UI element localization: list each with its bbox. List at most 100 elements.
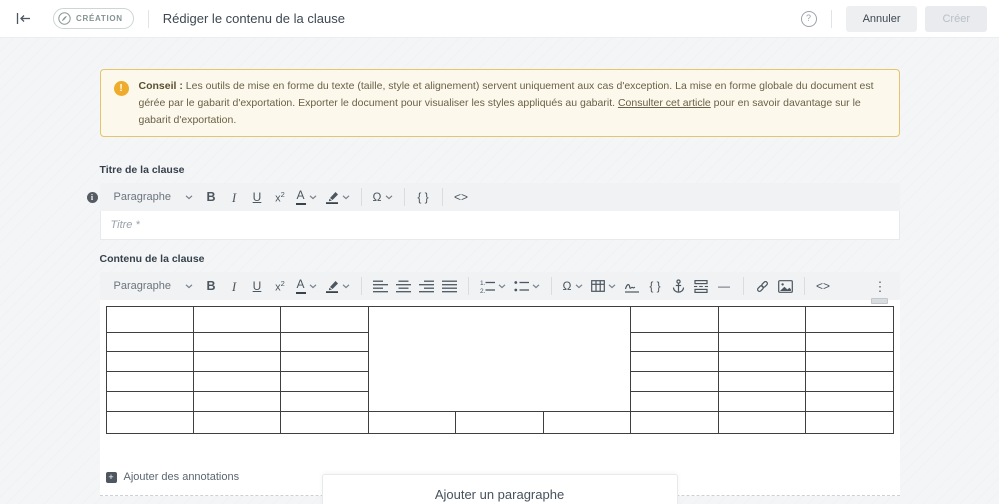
bullet-list-icon <box>514 280 529 293</box>
signature-button[interactable] <box>621 274 643 298</box>
superscript-button[interactable]: x2 <box>270 274 291 298</box>
italic-icon: I <box>232 280 236 293</box>
underline-button[interactable]: U <box>247 185 268 209</box>
editor-table-cell[interactable] <box>281 333 368 352</box>
editor-table-cell[interactable] <box>368 412 455 434</box>
editor-table-merged-cell[interactable] <box>368 307 630 412</box>
align-justify-button[interactable] <box>439 274 460 298</box>
insert-table-button[interactable] <box>588 274 619 298</box>
chevron-down-icon <box>309 284 317 289</box>
page-break-button[interactable] <box>691 274 712 298</box>
horizontal-rule-icon: — <box>718 280 730 292</box>
editor-table-cell[interactable] <box>631 352 718 372</box>
paragraph-style-select[interactable]: Paragraphe <box>108 274 200 298</box>
editor-table-cell[interactable] <box>718 307 805 333</box>
editor-table-cell[interactable] <box>718 333 805 352</box>
clause-title-input[interactable] <box>100 211 900 240</box>
add-paragraph-button[interactable]: Ajouter un paragraphe <box>322 474 678 504</box>
editor-table-cell[interactable] <box>456 412 543 434</box>
editor-table-cell[interactable] <box>631 412 718 434</box>
editor-table-cell[interactable] <box>718 352 805 372</box>
editor-table-cell[interactable] <box>106 307 193 333</box>
editor-table-cell[interactable] <box>106 412 193 434</box>
editor-table-cell[interactable] <box>106 372 193 392</box>
text-color-button[interactable]: A <box>293 274 320 298</box>
editor-table-cell[interactable] <box>631 307 718 333</box>
variables-button[interactable]: { } <box>413 185 434 209</box>
text-color-button[interactable]: A <box>293 185 320 209</box>
special-char-icon: Ω <box>563 280 572 292</box>
ordered-list-button[interactable]: 1.2. <box>477 274 509 298</box>
link-button[interactable] <box>752 274 773 298</box>
align-left-button[interactable] <box>370 274 391 298</box>
cancel-button[interactable]: Annuler <box>846 6 918 32</box>
add-paragraph-label: Ajouter un paragraphe <box>435 487 564 504</box>
editor-table-cell[interactable] <box>631 392 718 412</box>
table-resize-handle[interactable] <box>871 298 888 304</box>
editor-table-cell[interactable] <box>806 333 894 352</box>
editor-table-cell[interactable] <box>543 412 630 434</box>
source-code-button[interactable]: <> <box>813 274 834 298</box>
banner-text: Conseil : Les outils de mise en forme du… <box>139 78 886 128</box>
highlight-color-button[interactable] <box>322 274 353 298</box>
editor-table-cell[interactable] <box>281 392 368 412</box>
editor-table-cell[interactable] <box>718 412 805 434</box>
bold-button[interactable]: B <box>201 185 222 209</box>
editor-table-cell[interactable] <box>631 372 718 392</box>
quill-icon <box>58 12 71 25</box>
page: CRÉATION Rédiger le contenu de la clause… <box>0 0 999 504</box>
collapse-panel-button[interactable] <box>12 8 35 29</box>
editor-table-cell[interactable] <box>806 307 894 333</box>
collapse-left-icon <box>16 12 31 25</box>
editor-table-cell[interactable] <box>806 392 894 412</box>
highlight-icon <box>325 190 339 204</box>
warning-icon: ! <box>114 81 129 96</box>
more-options-button[interactable]: ⋮ <box>870 274 891 298</box>
editor-table-cell[interactable] <box>193 392 280 412</box>
editor-table-cell[interactable] <box>281 307 368 333</box>
superscript-button[interactable]: x2 <box>270 185 291 209</box>
editor-table-cell[interactable] <box>106 392 193 412</box>
horizontal-rule-button[interactable]: — <box>714 274 735 298</box>
anchor-button[interactable] <box>668 274 689 298</box>
create-button[interactable]: Créer <box>925 6 987 32</box>
special-characters-button[interactable]: Ω <box>560 274 586 298</box>
paragraph-style-label: Paragraphe <box>114 191 172 203</box>
align-center-button[interactable] <box>393 274 414 298</box>
underline-button[interactable]: U <box>247 274 268 298</box>
editor-table-cell[interactable] <box>193 307 280 333</box>
info-icon[interactable]: i <box>87 192 98 203</box>
kebab-icon: ⋮ <box>874 280 887 293</box>
image-button[interactable] <box>775 274 796 298</box>
editor-table-cell[interactable] <box>281 412 368 434</box>
editor-table-cell[interactable] <box>106 352 193 372</box>
editor-table-cell[interactable] <box>718 372 805 392</box>
editor-table-cell[interactable] <box>806 372 894 392</box>
help-icon[interactable]: ? <box>801 11 817 27</box>
clause-content-editor[interactable]: + Ajouter des annotations <box>100 300 900 496</box>
editor-table-cell[interactable] <box>806 412 894 434</box>
align-right-button[interactable] <box>416 274 437 298</box>
editor-table-cell[interactable] <box>193 372 280 392</box>
editor-table-cell[interactable] <box>631 333 718 352</box>
svg-text:1.: 1. <box>480 280 486 287</box>
editor-table-cell[interactable] <box>193 412 280 434</box>
bold-button[interactable]: B <box>201 274 222 298</box>
editor-table-cell[interactable] <box>281 352 368 372</box>
source-code-button[interactable]: <> <box>451 185 472 209</box>
italic-button[interactable]: I <box>224 274 245 298</box>
toolbar-separator <box>743 277 744 295</box>
bullet-list-button[interactable] <box>511 274 543 298</box>
editor-table-cell[interactable] <box>193 333 280 352</box>
editor-table-cell[interactable] <box>281 372 368 392</box>
highlight-color-button[interactable] <box>322 185 353 209</box>
italic-button[interactable]: I <box>224 185 245 209</box>
editor-table-cell[interactable] <box>106 333 193 352</box>
editor-table-cell[interactable] <box>193 352 280 372</box>
editor-table-cell[interactable] <box>718 392 805 412</box>
paragraph-style-select[interactable]: Paragraphe <box>108 185 200 209</box>
variables-button[interactable]: { } <box>645 274 666 298</box>
special-characters-button[interactable]: Ω <box>370 185 396 209</box>
editor-table-cell[interactable] <box>806 352 894 372</box>
banner-article-link[interactable]: Consulter cet article <box>618 97 711 109</box>
